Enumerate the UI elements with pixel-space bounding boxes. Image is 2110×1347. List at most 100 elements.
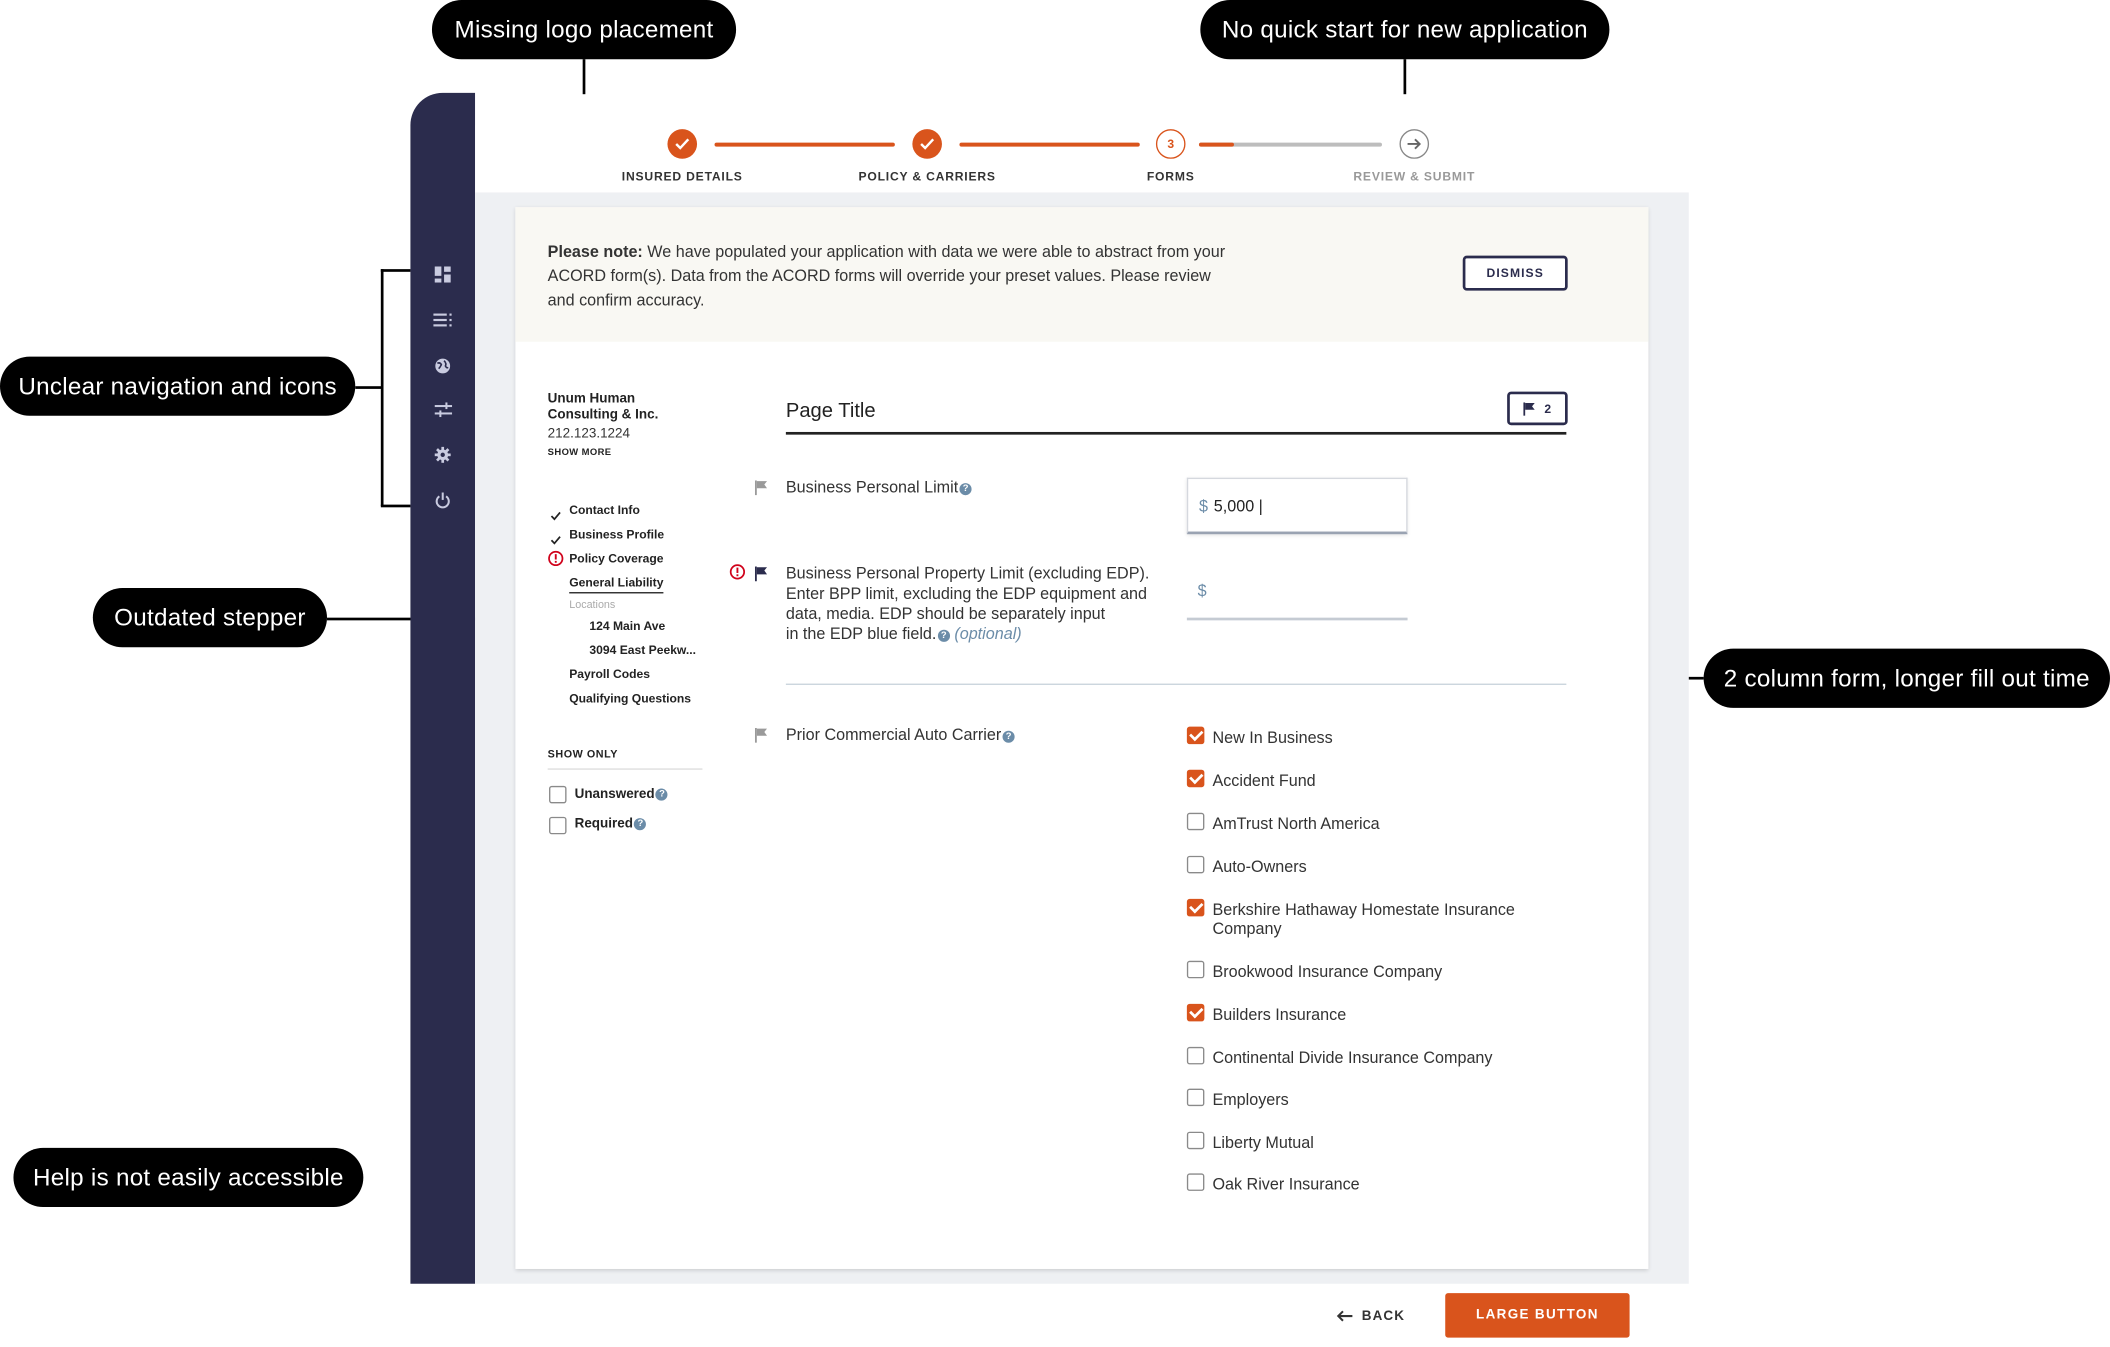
company-info: Unum Human Consulting & Inc. 212.123.122… [548,392,709,458]
flag-icon [1522,401,1535,416]
title-underline [785,431,1567,434]
carrier-checkbox[interactable] [1186,1173,1205,1191]
nav-item-location[interactable]: 124 Main Ave [589,619,665,632]
step-2-label[interactable]: POLICY & CARRIERS [820,170,1035,183]
carrier-label: Continental Divide Insurance Company [1212,1048,1493,1068]
business-personal-limit-input[interactable]: $ 5,000 | [1186,477,1408,535]
optional-label: (optional) [954,624,1022,644]
flag-icon[interactable] [754,566,768,582]
nav-item-general-liability[interactable]: General Liability [569,576,664,594]
stepper: 3 INSURED DETAILS POLICY & CARRIERS FORM… [475,93,1689,193]
carrier-label: Liberty Mutual [1212,1133,1314,1152]
step-3-label[interactable]: FORMS [1063,170,1278,183]
callout-bracket [380,504,411,507]
step-3-node[interactable]: 3 [1155,129,1186,159]
input-value: 5,000 | [1213,496,1263,516]
flag-icon[interactable] [754,728,768,743]
list-icon[interactable] [432,310,454,332]
step-1-node[interactable] [667,129,698,159]
carrier-label: Oak River Insurance [1212,1174,1360,1194]
error-icon [729,564,746,580]
nav-item-policy-coverage[interactable]: Policy Coverage [569,552,663,565]
callout-connector [355,386,383,389]
callout-bracket [380,269,411,272]
callout-form: 2 column form, longer fill out time [1703,648,2110,708]
nav-item-contact-info[interactable]: Contact Info [569,503,640,516]
callout-help: Help is not easily accessible [13,1147,364,1208]
callout-quickstart: No quick start for new application [1200,0,1610,60]
help-icon[interactable]: ? [937,629,950,642]
dismiss-button[interactable]: DISMISS [1462,255,1568,291]
show-only-title: SHOW ONLY [547,748,618,761]
field-label-line: data, media. EDP should be separately in… [785,604,1106,624]
carrier-label-line: Berkshire Hathaway Homestate Insurance [1212,900,1515,920]
carrier-label: AmTrust North America [1212,814,1380,833]
sliders-icon[interactable] [432,398,454,420]
back-label: BACK [1361,1308,1405,1324]
show-more-link[interactable]: SHOW MORE [548,448,709,457]
company-name: Unum Human [547,391,636,407]
carrier-checkbox[interactable] [1186,812,1205,831]
help-icon[interactable]: ? [655,788,669,801]
notice-label: Please note: [547,242,643,262]
help-icon[interactable]: ? [1002,730,1015,743]
step-4-label[interactable]: REVIEW & SUBMIT [1307,170,1522,183]
unanswered-checkbox[interactable] [549,785,567,804]
flag-icon[interactable] [754,480,768,496]
notice-line: ACORD form(s). Data from the ACORD forms… [547,266,1211,286]
nav-item-qualifying-questions[interactable]: Qualifying Questions [569,692,691,705]
step-4-node[interactable] [1399,129,1430,159]
large-primary-button[interactable]: LARGE BUTTON [1445,1293,1630,1338]
currency-symbol: $ [1197,581,1207,601]
step-1-label[interactable]: INSURED DETAILS [575,170,790,183]
gear-icon[interactable] [432,444,454,466]
help-icon[interactable]: ? [959,483,972,496]
carrier-label: Employers [1212,1089,1289,1109]
carrier-checkbox[interactable] [1186,898,1205,917]
carrier-checkbox[interactable] [1186,769,1205,788]
field-label-text: Prior Commercial Auto Carrier [785,725,1002,745]
field-label-line: Enter BPP limit, excluding the EDP equip… [785,584,1148,603]
notice-banner: Please note: We have populated your appl… [515,207,1649,342]
dashboard-icon[interactable] [432,264,454,286]
bpp-limit-label: Business Personal Property Limit (exclud… [786,564,1163,645]
flag-count-button[interactable]: 2 [1507,391,1568,426]
help-icon[interactable]: ? [634,818,647,831]
required-checkbox[interactable] [549,816,567,835]
power-icon[interactable] [432,490,454,512]
company-name: Consulting & Inc. [547,407,659,423]
locations-label: Locations [569,598,616,611]
section-divider [785,683,1567,685]
nav-item-location[interactable]: 3094 East Peekw... [589,643,696,656]
stepper-bar-progress [1198,142,1234,147]
unanswered-text: Unanswered [574,787,655,803]
carrier-label: Berkshire Hathaway Homestate Insurance C… [1212,900,1535,938]
field-label-line: Business Personal Property Limit (exclud… [785,563,1150,583]
currency-symbol: $ [1198,496,1208,516]
carrier-label: Brookwood Insurance Company [1212,962,1443,981]
nav-item-payroll-codes[interactable]: Payroll Codes [569,667,650,680]
stepper-bar-complete [714,142,895,147]
nav-item-business-profile[interactable]: Business Profile [569,527,664,540]
business-personal-limit-label: Business Personal Limit? [786,478,972,498]
required-text: Required [574,816,633,832]
carrier-label-line: Company [1212,919,1282,938]
stepper-bar-complete [959,142,1140,147]
bpp-limit-input[interactable]: $ [1186,563,1408,621]
step-2-node[interactable] [912,129,942,159]
carrier-label: Auto-Owners [1212,857,1307,877]
carrier-checkbox[interactable] [1186,855,1205,874]
unanswered-label: Unanswered? [574,787,669,803]
carrier-checkbox[interactable] [1186,1046,1205,1065]
notice-text: Please note: We have populated your appl… [548,240,1248,313]
carrier-checkbox[interactable] [1186,960,1205,979]
carrier-label: New In Business [1212,728,1333,747]
globe-icon[interactable] [432,355,454,377]
back-button[interactable]: BACK [1336,1305,1405,1327]
carrier-checkbox[interactable] [1186,1088,1205,1107]
sidebar [410,92,476,1284]
callout-connector [1403,59,1406,95]
carrier-checkbox[interactable] [1186,1131,1205,1150]
carrier-checkbox[interactable] [1186,1003,1205,1022]
carrier-checkbox[interactable] [1186,726,1205,745]
